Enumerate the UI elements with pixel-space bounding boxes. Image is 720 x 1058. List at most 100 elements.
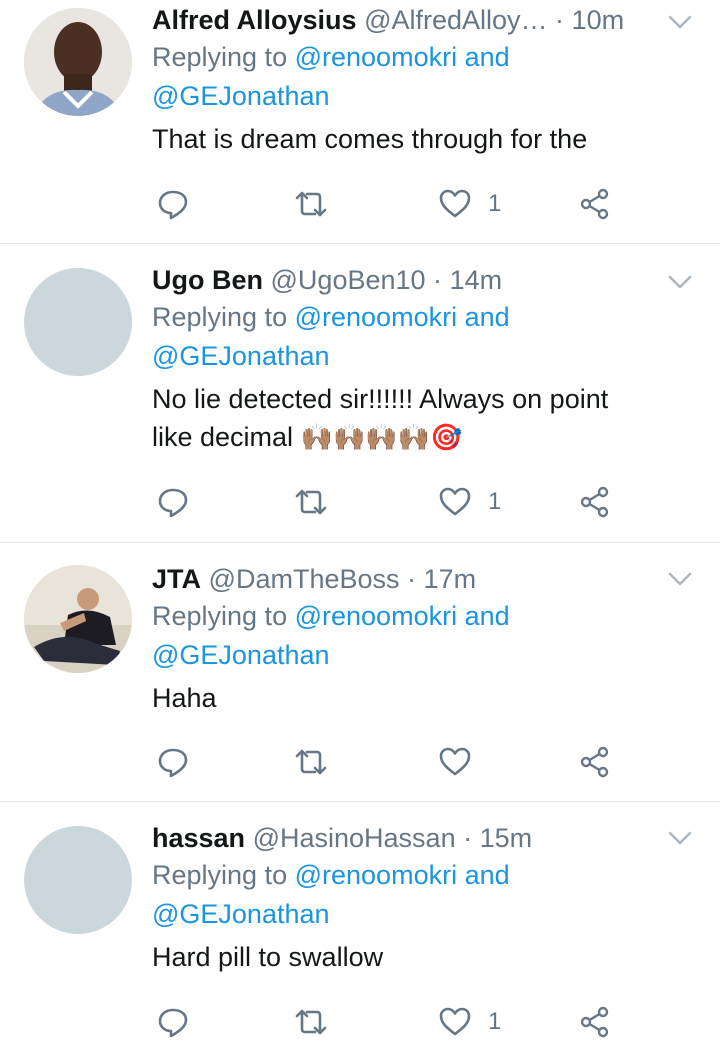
share-button[interactable] xyxy=(578,482,612,522)
chevron-down-icon[interactable] xyxy=(666,565,694,593)
heart-icon xyxy=(439,747,471,776)
replying-to: Replying to @renoomokri and @GEJonathan xyxy=(152,38,660,116)
reply-icon xyxy=(158,1008,188,1038)
avatar[interactable] xyxy=(24,565,132,673)
tweet-text: Hard pill to swallow xyxy=(152,938,660,976)
retweet-button[interactable] xyxy=(294,184,328,224)
timestamp[interactable]: 10m xyxy=(572,5,625,35)
timestamp[interactable]: 17m xyxy=(424,564,477,594)
avatar[interactable] xyxy=(24,268,132,376)
like-button[interactable]: 1 xyxy=(438,482,501,522)
user-handle[interactable]: @HasinoHassan xyxy=(253,823,456,853)
reply-icon xyxy=(158,190,188,220)
tweet-header: hassan @HasinoHassan · 15m xyxy=(152,820,660,856)
retweet-icon xyxy=(295,749,327,775)
mention-link[interactable]: @renoomokri xyxy=(295,860,457,890)
retweet-button[interactable] xyxy=(294,742,328,782)
tweet-actions: 1 xyxy=(152,184,622,224)
mention-and[interactable]: and xyxy=(465,601,510,631)
tweet-2[interactable]: Ugo Ben @UgoBen10 · 14m Replying to @ren… xyxy=(0,244,720,543)
reply-button[interactable] xyxy=(156,1002,190,1042)
heart-icon xyxy=(439,1007,471,1036)
retweet-icon xyxy=(295,191,327,217)
display-name[interactable]: Ugo Ben xyxy=(152,265,263,295)
emoji-sequence: 🙌🏽🙌🏽🙌🏽🙌🏽🎯 xyxy=(300,423,463,453)
replying-prefix: Replying to xyxy=(152,42,288,72)
like-count: 1 xyxy=(488,1008,502,1035)
avatar-photo-icon xyxy=(24,8,132,116)
mention-link[interactable]: @GEJonathan xyxy=(152,640,330,670)
share-icon xyxy=(580,188,609,220)
display-name[interactable]: JTA xyxy=(152,564,201,594)
share-icon xyxy=(580,486,609,518)
tweet-text-line: No lie detected sir!!!!!! Always on poin… xyxy=(152,384,609,414)
retweet-icon xyxy=(295,1009,327,1035)
tweet-text: No lie detected sir!!!!!! Always on poin… xyxy=(152,380,660,457)
replying-prefix: Replying to xyxy=(152,302,288,332)
tweet-actions: 1 xyxy=(152,482,622,522)
like-count: 1 xyxy=(488,190,502,217)
mention-link[interactable]: @renoomokri xyxy=(295,601,457,631)
heart-icon xyxy=(439,487,471,516)
user-handle[interactable]: @UgoBen10 xyxy=(271,265,426,295)
display-name[interactable]: hassan xyxy=(152,823,245,853)
like-button[interactable]: 1 xyxy=(438,1002,501,1042)
timestamp[interactable]: 14m xyxy=(450,265,503,295)
retweet-button[interactable] xyxy=(294,482,328,522)
avatar[interactable] xyxy=(24,8,132,116)
reply-button[interactable] xyxy=(156,742,190,782)
avatar-photo-icon xyxy=(24,565,132,673)
separator-dot: · xyxy=(433,265,443,295)
like-button[interactable] xyxy=(438,742,488,782)
tweet-3[interactable]: JTA @DamTheBoss · 17m Replying to @renoo… xyxy=(0,543,720,802)
reply-icon xyxy=(158,488,188,518)
chevron-down-icon[interactable] xyxy=(666,8,694,36)
tweet-text-line: Hard pill to swallow xyxy=(152,942,384,972)
tweet-1[interactable]: Alfred Alloysius @AlfredAlloy… · 10m Rep… xyxy=(0,0,720,244)
user-handle[interactable]: @DamTheBoss xyxy=(209,564,400,594)
tweet-header: Ugo Ben @UgoBen10 · 14m xyxy=(152,262,660,298)
replying-to: Replying to @renoomokri and @GEJonathan xyxy=(152,856,660,934)
reply-icon xyxy=(158,748,188,778)
avatar[interactable] xyxy=(24,826,132,934)
mention-link[interactable]: @GEJonathan xyxy=(152,81,330,111)
tweet-actions: 1 xyxy=(152,1002,622,1042)
share-button[interactable] xyxy=(578,1002,612,1042)
replying-prefix: Replying to xyxy=(152,860,288,890)
replying-to: Replying to @renoomokri and @GEJonathan xyxy=(152,597,660,675)
mention-and[interactable]: and xyxy=(465,42,510,72)
retweet-icon xyxy=(295,489,327,515)
tweet-text: Haha xyxy=(152,679,660,717)
tweet-actions xyxy=(152,742,622,782)
reply-button[interactable] xyxy=(156,482,190,522)
user-handle[interactable]: @AlfredAlloy… xyxy=(364,5,547,35)
retweet-button[interactable] xyxy=(294,1002,328,1042)
heart-icon xyxy=(439,189,471,218)
reply-button[interactable] xyxy=(156,184,190,224)
chevron-down-icon[interactable] xyxy=(666,268,694,296)
mention-link[interactable]: @GEJonathan xyxy=(152,341,330,371)
like-count: 1 xyxy=(488,488,502,515)
separator-dot: · xyxy=(407,564,417,594)
mention-link[interactable]: @GEJonathan xyxy=(152,899,330,929)
tweet-header: JTA @DamTheBoss · 17m xyxy=(152,561,660,597)
mention-and[interactable]: and xyxy=(465,302,510,332)
share-icon xyxy=(580,1006,609,1038)
mention-and[interactable]: and xyxy=(465,860,510,890)
tweet-text-line: like decimal xyxy=(152,422,294,452)
mention-link[interactable]: @renoomokri xyxy=(295,42,457,72)
timestamp[interactable]: 15m xyxy=(480,823,533,853)
share-button[interactable] xyxy=(578,742,612,782)
tweet-4[interactable]: hassan @HasinoHassan · 15m Replying to @… xyxy=(0,802,720,1058)
separator-dot: · xyxy=(463,823,473,853)
mention-link[interactable]: @renoomokri xyxy=(295,302,457,332)
replying-prefix: Replying to xyxy=(152,601,288,631)
tweet-header: Alfred Alloysius @AlfredAlloy… · 10m xyxy=(152,2,660,38)
separator-dot: · xyxy=(555,5,565,35)
like-button[interactable]: 1 xyxy=(438,184,501,224)
display-name[interactable]: Alfred Alloysius xyxy=(152,5,357,35)
replying-to: Replying to @renoomokri and @GEJonathan xyxy=(152,298,660,376)
tweet-text-line: Haha xyxy=(152,683,217,713)
share-button[interactable] xyxy=(578,184,612,224)
chevron-down-icon[interactable] xyxy=(666,824,694,852)
